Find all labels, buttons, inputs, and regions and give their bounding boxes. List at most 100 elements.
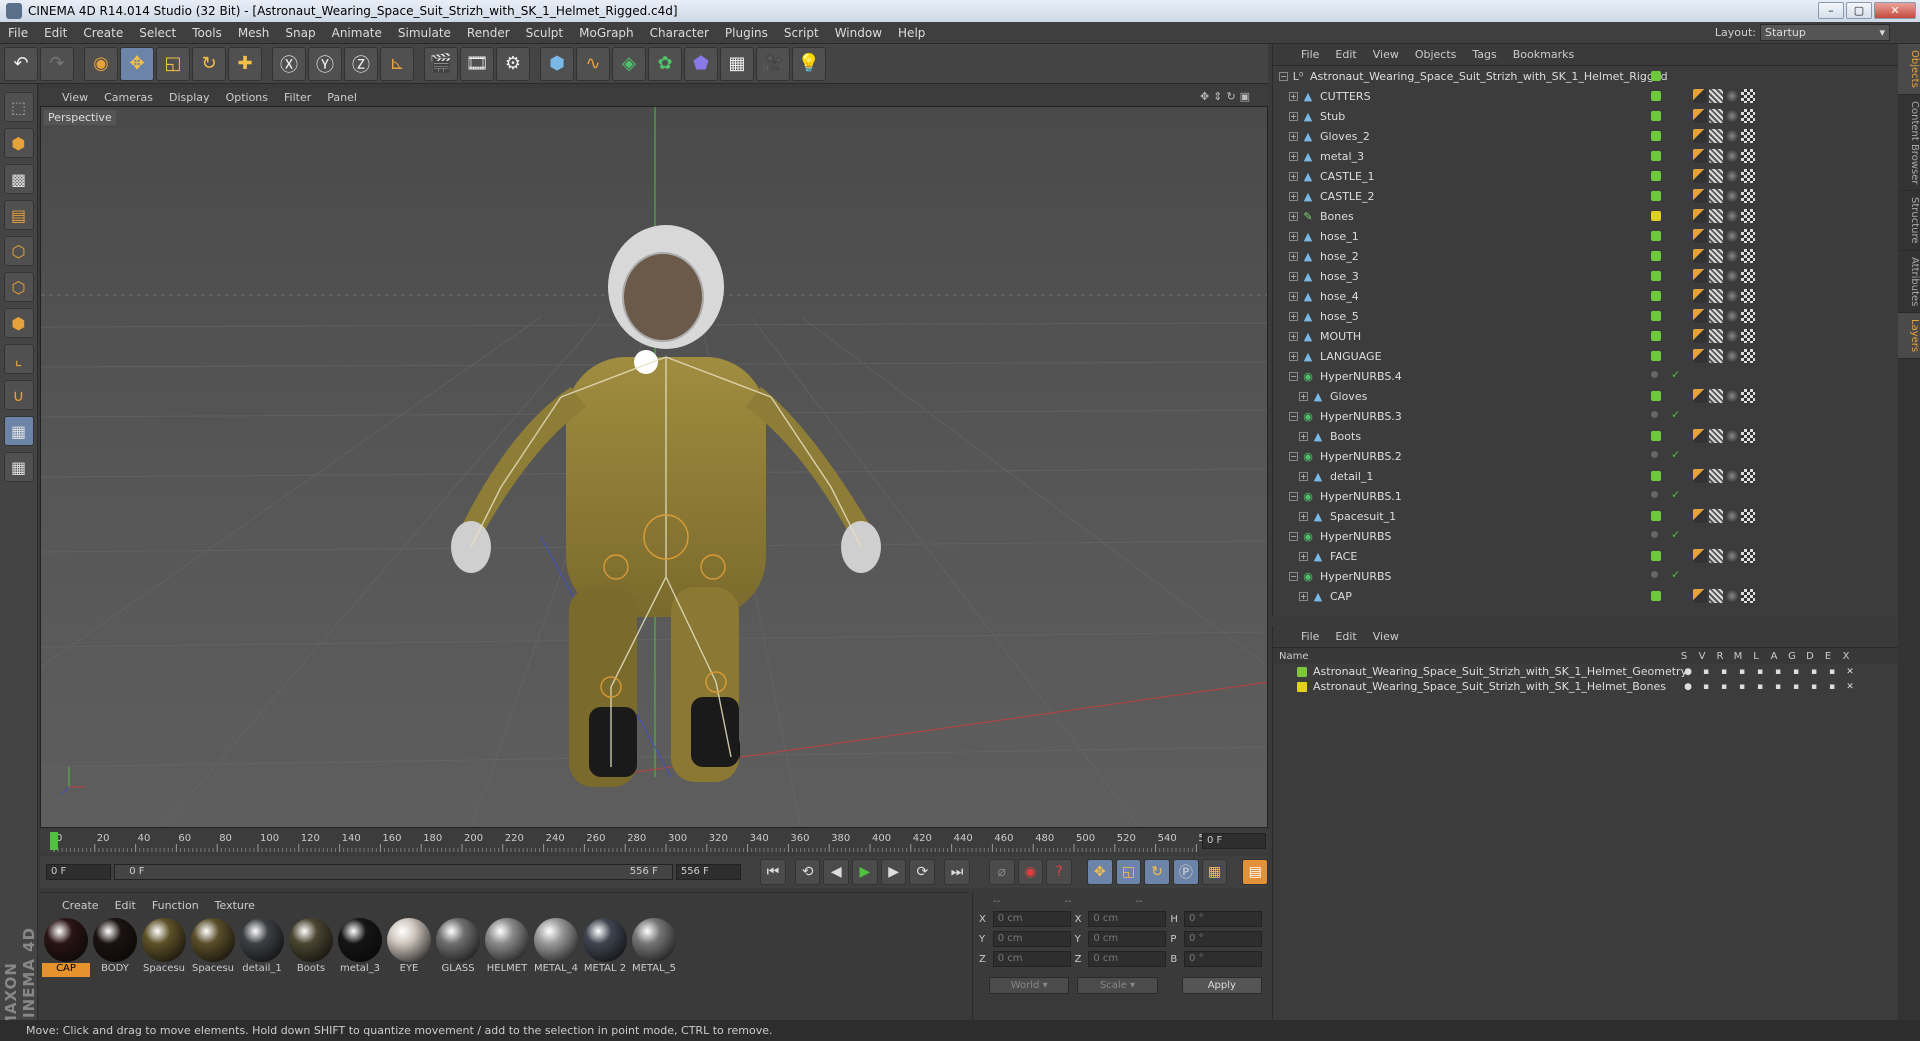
deformer-icon[interactable]: ⬟ [684,46,718,81]
material-tag-icon[interactable] [1725,169,1739,183]
layer-menu-file[interactable]: File [1301,630,1335,643]
orbit-icon[interactable]: ↻ [1226,90,1235,103]
key-position-icon[interactable]: ✥ [1086,859,1113,885]
expand-icon[interactable]: + [1299,591,1308,601]
layer-col-m[interactable]: M [1729,651,1747,662]
object-menu-bookmarks[interactable]: Bookmarks [1513,48,1590,61]
layer-color-dot[interactable] [1651,251,1661,261]
material-tag-icon[interactable] [1725,189,1739,203]
layer-color-swatch[interactable] [1297,681,1307,692]
layer-generators-icon[interactable]: ▪ [1787,667,1805,677]
skin-tag-icon[interactable] [1709,109,1723,123]
object-row[interactable]: − ◉ HyperNURBS.2 ✓ [1273,446,1898,466]
goto-end-icon[interactable]: ⏭ [944,859,970,885]
texture-tag-icon[interactable] [1741,89,1755,103]
layer-col-v[interactable]: V [1693,651,1711,662]
apply-button[interactable]: Apply [1181,977,1262,994]
points-mode-icon[interactable]: ⬡ [3,236,34,266]
material-tag-icon[interactable] [1725,289,1739,303]
menu-create[interactable]: Create [75,26,131,40]
layer-color-dot[interactable] [1651,271,1661,281]
polygons-mode-icon[interactable]: ⬢ [3,308,34,338]
expand-icon[interactable]: + [1289,171,1298,181]
material-tag-icon[interactable] [1725,309,1739,323]
layer-color-dot[interactable] [1651,431,1661,441]
layer-color-dot[interactable] [1651,231,1661,241]
expand-icon[interactable]: + [1289,251,1298,261]
toggle-view-icon[interactable]: ▣ [1240,90,1250,103]
expand-icon[interactable]: + [1289,211,1298,221]
object-row[interactable]: + ▲ hose_4 [1273,286,1898,306]
object-row[interactable]: + ✎ Bones [1273,206,1898,226]
material-swatch[interactable]: metal_3 [336,918,384,977]
key-rotation-icon[interactable]: ↻ [1144,859,1170,885]
z-axis-lock-icon[interactable]: Ⓩ [344,46,378,81]
weight-tag-icon[interactable] [1693,129,1707,143]
layer-locked-icon[interactable]: ▪ [1751,682,1769,692]
layer-generators-icon[interactable]: ▪ [1787,682,1805,692]
current-frame-field[interactable]: 0 F [1202,833,1266,849]
material-swatch[interactable]: METAL 2 [581,918,629,977]
texture-tag-icon[interactable] [1741,129,1755,143]
layer-col-d[interactable]: D [1801,651,1819,662]
expand-icon[interactable]: + [1289,151,1298,161]
weight-tag-icon[interactable] [1693,189,1707,203]
object-row[interactable]: + ▲ FACE [1273,546,1898,566]
weight-tag-icon[interactable] [1693,549,1707,563]
collapse-icon[interactable]: − [1289,451,1298,461]
material-tag-icon[interactable] [1725,589,1739,603]
weight-tag-icon[interactable] [1693,89,1707,103]
skin-tag-icon[interactable] [1709,169,1723,183]
rotation-field[interactable]: 0 ° [1184,931,1262,947]
object-row[interactable]: + ▲ CAP [1273,586,1898,606]
snap-magnet-icon[interactable]: ∪ [3,380,34,410]
texture-tag-icon[interactable] [1741,149,1755,163]
move-tool-icon[interactable]: ✥ [120,46,154,81]
menu-select[interactable]: Select [131,26,184,40]
expand-icon[interactable]: + [1289,271,1298,281]
layer-menu-view[interactable]: View [1373,630,1415,643]
expand-icon[interactable]: + [1299,551,1308,561]
material-swatch[interactable]: METAL_4 [532,918,580,977]
key-scale-icon[interactable]: ◱ [1115,859,1142,885]
layer-color-dot[interactable] [1651,311,1661,321]
layer-color-dot[interactable] [1651,151,1661,161]
expand-icon[interactable]: + [1299,391,1308,401]
layer-color-dot[interactable] [1651,451,1658,458]
material-menu-edit[interactable]: Edit [115,899,152,912]
viewport-menu-filter[interactable]: Filter [276,91,319,104]
layer-solo-icon[interactable]: ● [1679,682,1697,692]
nurbs-icon[interactable]: ◈ [612,46,646,81]
texture-tag-icon[interactable] [1741,189,1755,203]
layer-color-dot[interactable] [1651,211,1661,221]
layer-color-dot[interactable] [1651,511,1661,521]
layer-col-x[interactable]: X [1837,651,1855,662]
prev-key-icon[interactable]: ⟲ [794,859,821,885]
viewport-menu-options[interactable]: Options [218,91,276,104]
side-tab-content-browser[interactable]: Content Browser [1898,95,1920,192]
texture-tag-icon[interactable] [1741,469,1755,483]
expand-icon[interactable]: + [1289,191,1298,201]
floor-icon[interactable]: ▦ [720,46,754,81]
layer-expressions-icon[interactable]: ▪ [1823,667,1841,677]
weight-tag-icon[interactable] [1693,309,1707,323]
skin-tag-icon[interactable] [1709,289,1723,303]
viewport-menu-cameras[interactable]: Cameras [96,91,161,104]
layout-dropdown[interactable]: Startup ▾ [1760,24,1890,41]
material-tag-icon[interactable] [1725,269,1739,283]
object-menu-file[interactable]: File [1301,48,1335,61]
layer-expressions-icon[interactable]: ▪ [1823,682,1841,692]
record-keys-icon[interactable]: ◉ [1017,859,1044,885]
spline-pen-icon[interactable]: ∿ [576,46,610,81]
texture-tag-icon[interactable] [1741,389,1755,403]
skin-tag-icon[interactable] [1709,89,1723,103]
layer-animation-icon[interactable]: ▪ [1769,667,1787,677]
texture-tag-icon[interactable] [1741,269,1755,283]
side-tab-attributes[interactable]: Attributes [1898,251,1920,314]
layer-color-dot[interactable] [1651,351,1661,361]
texture-tag-icon[interactable] [1741,549,1755,563]
object-row[interactable]: − ◉ HyperNURBS.3 ✓ [1273,406,1898,426]
layer-color-dot[interactable] [1651,371,1658,378]
layer-color-dot[interactable] [1651,571,1658,578]
menu-animate[interactable]: Animate [324,26,390,40]
